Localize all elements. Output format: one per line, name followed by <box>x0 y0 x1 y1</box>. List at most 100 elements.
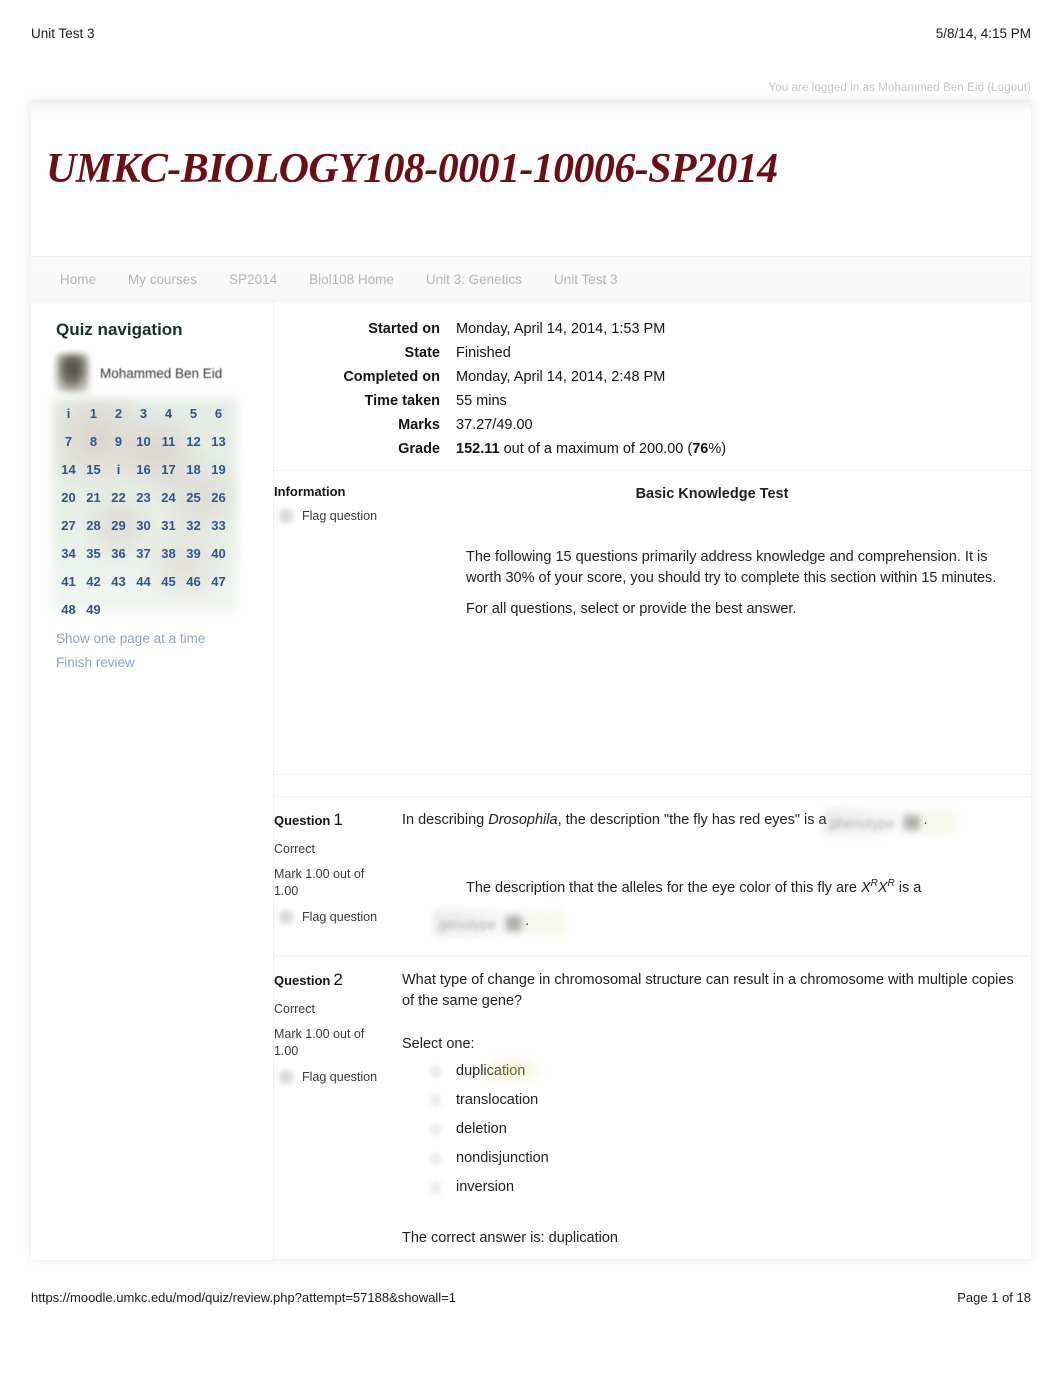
question-cell[interactable]: 45 <box>156 568 181 596</box>
option-duplication[interactable]: duplication <box>429 1057 1022 1086</box>
question-cell[interactable]: 49 <box>81 596 106 624</box>
table-row: Started on Monday, April 14, 2014, 1:53 … <box>274 317 726 341</box>
question-cell[interactable]: 4 <box>156 400 181 428</box>
question-cell[interactable]: 22 <box>106 484 131 512</box>
question-cell[interactable]: 38 <box>156 540 181 568</box>
question-cell[interactable]: 33 <box>206 512 231 540</box>
answer-select-2[interactable]: genotype <box>433 909 565 936</box>
radio-button[interactable] <box>429 1123 442 1136</box>
radio-button[interactable] <box>429 1181 442 1194</box>
question-cell[interactable]: i <box>56 400 81 428</box>
question-cell[interactable]: 3 <box>131 400 156 428</box>
question-cell[interactable]: 24 <box>156 484 181 512</box>
question-grid-row: 7 8 9 10 11 12 13 <box>56 428 236 456</box>
question-cell[interactable]: 29 <box>106 512 131 540</box>
question-1-content: In describing Drosophila, the descriptio… <box>402 809 1022 948</box>
answer-select-1[interactable]: phenotype <box>823 809 956 835</box>
question-cell[interactable]: 34 <box>56 540 81 568</box>
option-deletion[interactable]: deletion <box>429 1115 1022 1144</box>
question-cell[interactable]: 10 <box>131 428 156 456</box>
question-cell[interactable]: 25 <box>181 484 206 512</box>
print-header-timestamp: 5/8/14, 4:15 PM <box>935 26 1031 41</box>
breadcrumb-item-unit-test-3[interactable]: Unit Test 3 <box>554 272 618 287</box>
question-cell[interactable]: 20 <box>56 484 81 512</box>
information-side: Information Flag question <box>274 484 402 523</box>
question-cell[interactable]: 28 <box>81 512 106 540</box>
breadcrumb-item-sp2014[interactable]: SP2014 <box>229 272 277 287</box>
question-cell[interactable]: 31 <box>156 512 181 540</box>
grade-percent: 76 <box>692 441 709 457</box>
option-nondisjunction[interactable]: nondisjunction <box>429 1144 1022 1173</box>
breadcrumb-item-home[interactable]: Home <box>60 272 96 287</box>
question-number: 2 <box>333 970 343 989</box>
question-cell[interactable]: 27 <box>56 512 81 540</box>
summary-value: Monday, April 14, 2014, 1:53 PM <box>456 321 666 337</box>
question-cell[interactable]: 8 <box>81 428 106 456</box>
question-cell[interactable]: 39 <box>181 540 206 568</box>
summary-key: Started on <box>368 321 440 337</box>
question-2-content: What type of change in chromosomal struc… <box>402 970 1022 1261</box>
finish-review-link[interactable]: Finish review <box>56 655 256 670</box>
show-one-page-link[interactable]: Show one page at a time <box>56 631 256 646</box>
question-cell[interactable]: 36 <box>106 540 131 568</box>
grade-middle-text: out of a maximum of 200.00 ( <box>499 441 693 457</box>
radio-button[interactable] <box>429 1094 442 1107</box>
question-cell[interactable]: 30 <box>131 512 156 540</box>
breadcrumb-item-biol108-home[interactable]: Biol108 Home <box>309 272 394 287</box>
question-cell[interactable]: 9 <box>106 428 131 456</box>
question-grid-row: 48 49 <box>56 596 236 624</box>
question-cell[interactable]: 14 <box>56 456 81 484</box>
question-cell[interactable]: i <box>106 456 131 484</box>
question-cell[interactable]: 46 <box>181 568 206 596</box>
question-cell[interactable]: 47 <box>206 568 231 596</box>
question-cell[interactable]: 42 <box>81 568 106 596</box>
radio-button[interactable] <box>429 1152 442 1165</box>
question-cell[interactable]: 5 <box>181 400 206 428</box>
breadcrumb-item-my-courses[interactable]: My courses <box>128 272 197 287</box>
question-cell[interactable]: 48 <box>56 596 81 624</box>
login-info[interactable]: You are logged in as Mohammed Ben Eid (L… <box>769 82 1031 94</box>
question-grid-row: 14 15 i 16 17 18 19 <box>56 456 236 484</box>
question-cell[interactable]: 7 <box>56 428 81 456</box>
flag-question-toggle[interactable]: Flag question <box>279 910 402 924</box>
question-cell[interactable]: 13 <box>206 428 231 456</box>
question-cell[interactable]: 21 <box>81 484 106 512</box>
question-grid-row: 34 35 36 37 38 39 40 <box>56 540 236 568</box>
quiz-review-content: Started on Monday, April 14, 2014, 1:53 … <box>274 300 1031 1260</box>
question-cell[interactable]: 2 <box>106 400 131 428</box>
question-cell[interactable]: 19 <box>206 456 231 484</box>
question-cell[interactable]: 12 <box>181 428 206 456</box>
table-row: Marks 37.27/49.00 <box>274 413 726 437</box>
question-cell[interactable]: 26 <box>206 484 231 512</box>
flag-icon <box>279 910 293 924</box>
question-cell[interactable]: 15 <box>81 456 106 484</box>
option-translocation[interactable]: translocation <box>429 1086 1022 1115</box>
question-cell[interactable]: 43 <box>106 568 131 596</box>
question-cell[interactable]: 44 <box>131 568 156 596</box>
information-block: Information Flag question Basic Knowledg… <box>274 470 1031 775</box>
question-cell[interactable]: 16 <box>131 456 156 484</box>
summary-key-grade: Grade <box>398 441 440 457</box>
summary-key: Marks <box>398 417 440 433</box>
question-cell[interactable]: 41 <box>56 568 81 596</box>
q1-text-a-suffix: , the description "the fly has red eyes"… <box>557 812 827 828</box>
question-2-state: Correct <box>274 1002 315 1016</box>
question-cell[interactable]: 6 <box>206 400 231 428</box>
question-cell[interactable]: 40 <box>206 540 231 568</box>
question-cell[interactable]: 37 <box>131 540 156 568</box>
question-cell[interactable]: 1 <box>81 400 106 428</box>
question-cell[interactable]: 11 <box>156 428 181 456</box>
question-cell[interactable]: 18 <box>181 456 206 484</box>
question-cell[interactable]: 32 <box>181 512 206 540</box>
user-name: Mohammed Ben Eid <box>100 365 223 381</box>
flag-question-toggle[interactable]: Flag question <box>279 509 402 523</box>
flag-question-toggle[interactable]: Flag question <box>279 1070 402 1084</box>
breadcrumb-item-unit3-genetics[interactable]: Unit 3: Genetics <box>426 272 522 287</box>
question-cell[interactable]: 35 <box>81 540 106 568</box>
information-label: Information <box>274 484 346 499</box>
question-cell[interactable]: 23 <box>131 484 156 512</box>
flag-question-label: Flag question <box>302 910 378 924</box>
option-inversion[interactable]: inversion <box>429 1173 1022 1202</box>
radio-button[interactable] <box>429 1065 442 1078</box>
question-cell[interactable]: 17 <box>156 456 181 484</box>
